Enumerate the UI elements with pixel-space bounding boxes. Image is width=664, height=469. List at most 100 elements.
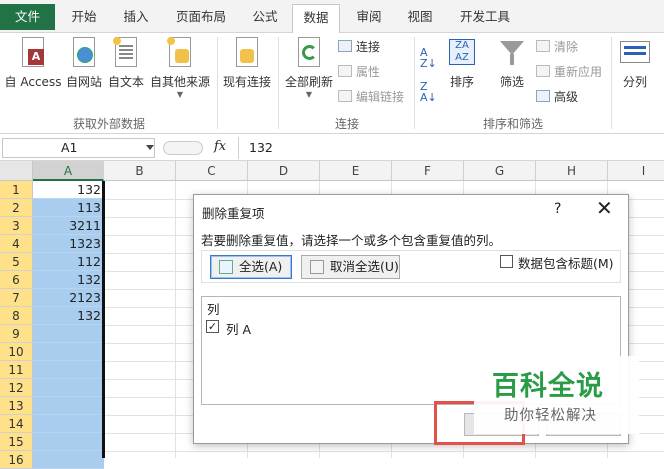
from-text-button[interactable]: 自文本	[105, 37, 147, 90]
cell-a3[interactable]: 3211	[33, 217, 104, 235]
unselect-all-button[interactable]: 取消全选(U)	[301, 255, 400, 279]
cell-a11[interactable]	[33, 361, 104, 379]
tab-insert[interactable]: 插入	[114, 7, 158, 27]
cell-a7[interactable]: 2123	[33, 289, 104, 307]
column-header-a[interactable]: A	[33, 161, 104, 181]
column-header-d[interactable]: D	[248, 161, 320, 181]
close-button[interactable]: ✕	[596, 197, 613, 219]
row-header[interactable]: 14	[0, 415, 33, 433]
tab-view[interactable]: 视图	[398, 7, 442, 27]
group-separator	[278, 37, 279, 129]
row-header[interactable]: 3	[0, 217, 33, 235]
row-header[interactable]: 8	[0, 307, 33, 325]
formula-bar-expander[interactable]	[163, 141, 203, 155]
clear-button[interactable]: 清除	[536, 37, 578, 57]
tab-home[interactable]: 开始	[62, 7, 106, 27]
text-file-icon	[113, 37, 139, 69]
connections-button[interactable]: 连接	[338, 37, 380, 57]
cell-a10[interactable]	[33, 343, 104, 361]
cell-a14[interactable]	[33, 415, 104, 433]
grid-line	[175, 181, 176, 458]
tab-file[interactable]: 文件	[0, 4, 55, 30]
column-header-b[interactable]: B	[104, 161, 176, 181]
link-icon	[338, 90, 352, 102]
list-header: 列	[207, 302, 220, 317]
watermark-title: 百科全说	[492, 371, 604, 402]
column-header-g[interactable]: G	[464, 161, 536, 181]
row-header[interactable]: 16	[0, 451, 33, 469]
watermark-subtitle: 助你轻松解决	[504, 408, 597, 424]
sort-descending-icon[interactable]: Z A↓	[420, 81, 437, 103]
properties-button[interactable]: 属性	[338, 62, 380, 82]
cell-a1[interactable]: 132	[33, 181, 104, 199]
from-web-button[interactable]: 自网站	[64, 37, 104, 90]
advanced-filter-icon	[536, 90, 550, 102]
cell-a8[interactable]: 132	[33, 307, 104, 325]
insert-function-icon[interactable]: fx	[214, 139, 226, 154]
refresh-all-button[interactable]: 全部刷新 ▼	[282, 37, 336, 99]
select-all-button[interactable]: 全选(A)	[210, 255, 292, 279]
name-box[interactable]: A1	[2, 138, 155, 158]
row-header[interactable]: 1	[0, 181, 33, 199]
name-box-dropdown-icon[interactable]	[146, 145, 154, 150]
chevron-down-icon: ▼	[176, 90, 184, 99]
sort-ascending-icon[interactable]: A Z↓	[420, 47, 437, 69]
tab-page-layout[interactable]: 页面布局	[166, 7, 236, 27]
cell-a4[interactable]: 1323	[33, 235, 104, 253]
tab-data[interactable]: 数据	[292, 4, 340, 34]
sort-icon: ZA AZ	[449, 37, 475, 69]
cell-a16[interactable]	[33, 451, 104, 469]
existing-connections-button[interactable]: 现有连接	[220, 37, 274, 90]
group-label-sort-filter: 排序和筛选	[482, 117, 543, 131]
edit-links-button[interactable]: 编辑链接	[338, 87, 404, 107]
cell-a6[interactable]: 132	[33, 271, 104, 289]
row-header[interactable]: 15	[0, 433, 33, 451]
sort-button[interactable]: ZA AZ 排序	[444, 37, 480, 90]
chevron-down-icon: ▼	[305, 90, 313, 99]
row-header[interactable]: 11	[0, 361, 33, 379]
row-header[interactable]: 2	[0, 199, 33, 217]
column-a-checkbox[interactable]: ✓	[206, 320, 219, 333]
column-header-h[interactable]: H	[536, 161, 608, 181]
tab-developer[interactable]: 开发工具	[450, 7, 520, 27]
cell-a5[interactable]: 112	[33, 253, 104, 271]
row-header[interactable]: 6	[0, 271, 33, 289]
row-header[interactable]: 10	[0, 343, 33, 361]
row-header[interactable]: 13	[0, 397, 33, 415]
reapply-button[interactable]: 重新应用	[536, 62, 602, 82]
row-header[interactable]: 7	[0, 289, 33, 307]
from-other-sources-button[interactable]: 自其他来源 ▼	[148, 37, 212, 99]
formula-input[interactable]: 132	[249, 140, 273, 155]
watermark: 百科全说 助你轻松解决	[474, 356, 639, 434]
column-header-e[interactable]: E	[320, 161, 392, 181]
tab-review[interactable]: 审阅	[347, 7, 391, 27]
cell-a15[interactable]	[33, 433, 104, 451]
column-header-f[interactable]: F	[392, 161, 464, 181]
cell-a9[interactable]	[33, 325, 104, 343]
column-header-i[interactable]: I	[608, 161, 664, 181]
cell-a2[interactable]: 113	[33, 199, 104, 217]
dialog-title: 删除重复项	[202, 206, 265, 221]
existing-connections-icon	[234, 37, 260, 69]
clear-filter-icon	[536, 40, 550, 52]
row-header[interactable]: 5	[0, 253, 33, 271]
help-button[interactable]: ?	[554, 201, 561, 217]
column-header-c[interactable]: C	[176, 161, 248, 181]
formula-bar: A1 fx 132	[0, 135, 664, 161]
row-header[interactable]: 9	[0, 325, 33, 343]
cell-a12[interactable]	[33, 379, 104, 397]
tab-formulas[interactable]: 公式	[243, 7, 287, 27]
advanced-button[interactable]: 高级	[536, 87, 578, 107]
unselect-all-icon	[310, 260, 324, 274]
has-headers-checkbox[interactable]	[500, 255, 513, 268]
row-header[interactable]: 4	[0, 235, 33, 253]
split-columns-icon	[620, 37, 650, 69]
text-to-columns-button[interactable]: 分列	[614, 37, 656, 90]
filter-button[interactable]: 筛选	[494, 37, 530, 90]
row-header[interactable]: 12	[0, 379, 33, 397]
from-access-button[interactable]: A 自 Access	[2, 37, 64, 90]
selection-border	[102, 181, 105, 458]
cell-a13[interactable]	[33, 397, 104, 415]
has-headers-label: 数据包含标题(M)	[518, 256, 614, 271]
select-all-corner[interactable]	[0, 161, 33, 181]
